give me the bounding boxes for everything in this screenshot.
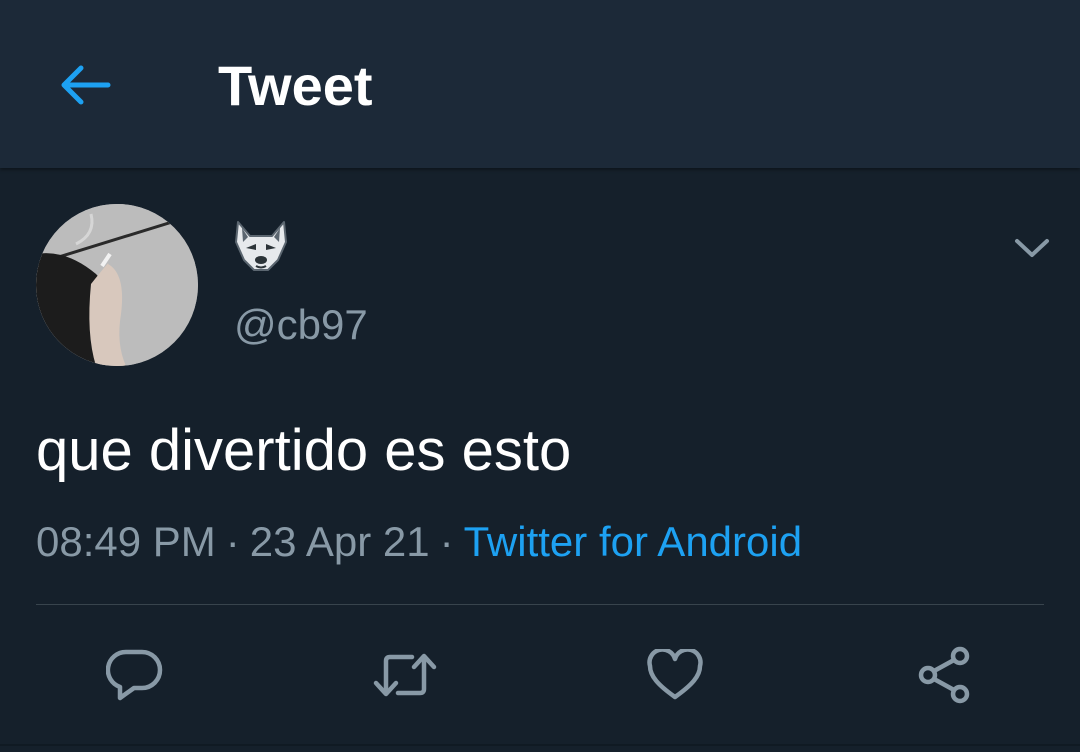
reply-icon	[106, 649, 163, 701]
share-icon	[918, 646, 970, 704]
heart-icon	[647, 649, 703, 700]
retweet-icon	[373, 653, 437, 697]
separator-dot: ·	[225, 518, 240, 565]
tweet-menu-button[interactable]	[1010, 230, 1054, 266]
avatar-photo	[36, 204, 198, 366]
tweet-metadata: 08:49 PM · 23 Apr 21 · Twitter for Android	[36, 516, 802, 568]
display-name-wolf-emoji[interactable]	[232, 220, 292, 280]
tweet-source-link[interactable]: Twitter for Android	[464, 518, 802, 565]
wolf-face-icon	[235, 221, 287, 271]
top-app-bar: Tweet	[0, 0, 1080, 168]
bottom-divider	[0, 744, 1080, 746]
page-title: Tweet	[218, 54, 373, 117]
separator-dot: ·	[439, 518, 454, 565]
reply-button[interactable]	[102, 642, 168, 708]
user-handle[interactable]: @cb97	[234, 300, 368, 350]
tweet-time: 08:49 PM	[36, 518, 216, 565]
retweet-button[interactable]	[372, 642, 438, 708]
arrow-left-icon	[61, 65, 111, 105]
divider	[36, 604, 1044, 605]
back-button[interactable]	[52, 52, 118, 118]
avatar[interactable]	[36, 204, 198, 366]
like-button[interactable]	[642, 642, 708, 708]
share-button[interactable]	[912, 642, 978, 708]
tweet-date: 23 Apr 21	[249, 518, 430, 565]
chevron-down-icon	[1015, 239, 1049, 257]
tweet-text: que divertido es esto	[36, 418, 572, 483]
